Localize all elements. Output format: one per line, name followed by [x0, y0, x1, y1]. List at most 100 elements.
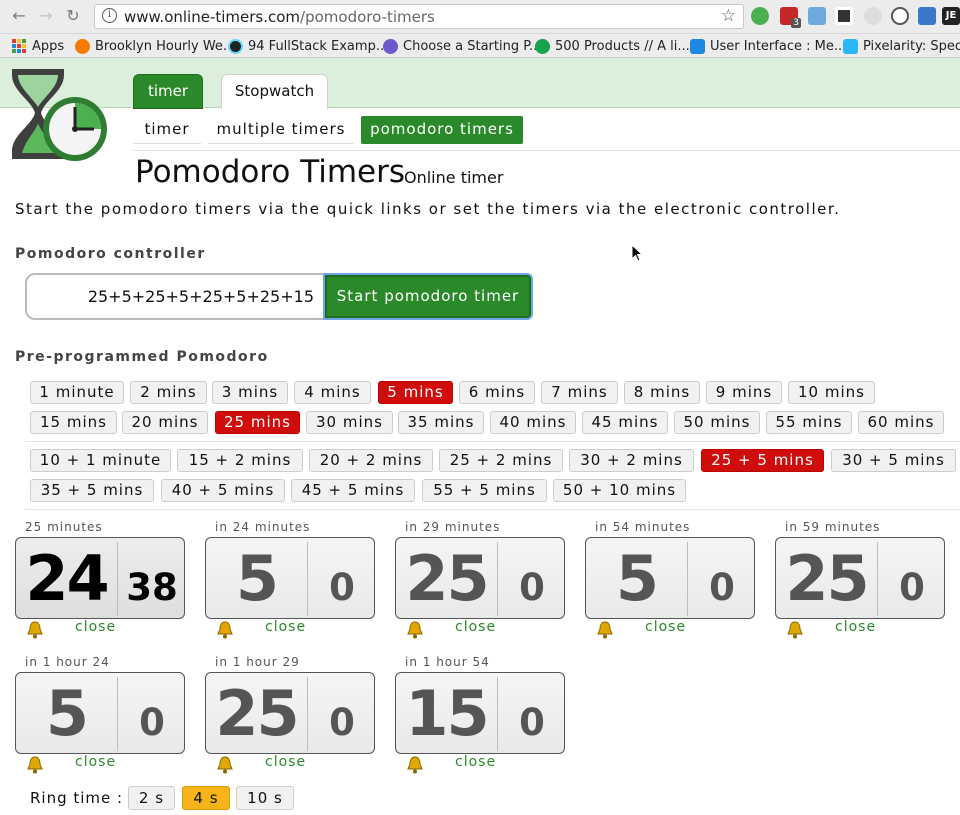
preset-button[interactable]: 45 mins	[582, 411, 668, 434]
bell-icon[interactable]	[25, 755, 45, 775]
close-link[interactable]: close	[75, 754, 116, 770]
preset-button[interactable]: 20 mins	[122, 411, 208, 434]
close-link[interactable]: close	[455, 619, 496, 635]
extension-gray-icon[interactable]	[864, 7, 882, 25]
preset-button[interactable]: 35 + 5 mins	[30, 479, 154, 502]
hourglass-clock-logo[interactable]	[8, 67, 110, 163]
back-arrow-icon[interactable]: ←	[9, 6, 29, 26]
bookmark-fullstack[interactable]: 94 FullStack Examp...	[228, 37, 388, 55]
reload-icon[interactable]: ↻	[63, 6, 83, 26]
ring-time-label: Ring time :	[30, 789, 124, 807]
close-link[interactable]: close	[265, 619, 306, 635]
close-link[interactable]: close	[265, 754, 306, 770]
preset-button[interactable]: 25 + 2 mins	[439, 449, 563, 472]
extension-info-icon[interactable]	[891, 7, 909, 25]
timer-caption: in 54 minutes	[595, 520, 691, 534]
browser-toolbar: ← → ↻ i www.online-timers.com/pomodoro-t…	[0, 0, 960, 34]
preset-button[interactable]: 15 mins	[30, 411, 117, 434]
preset-button[interactable]: 6 mins	[459, 381, 535, 404]
subtab-multiple-timers[interactable]: multiple timers	[208, 116, 354, 144]
timer-seconds: 0	[519, 701, 545, 744]
preset-button[interactable]: 4 mins	[294, 381, 371, 404]
bookmark-pixelarity[interactable]: Pixelarity: Specta	[843, 37, 960, 55]
preset-button[interactable]: 40 + 5 mins	[161, 479, 285, 502]
bookmarks-bar: Apps Brooklyn Hourly We... 94 FullStack …	[0, 34, 960, 58]
extension-je-icon[interactable]: JE	[942, 7, 960, 25]
close-link[interactable]: close	[835, 619, 876, 635]
bookmark-500-products[interactable]: 500 Products // A li...	[535, 37, 690, 55]
bell-icon[interactable]	[215, 755, 235, 775]
preset-button-active[interactable]: 5 mins	[378, 381, 453, 404]
bookmark-star-icon[interactable]: ☆	[721, 6, 736, 26]
close-link[interactable]: close	[75, 619, 116, 635]
preset-divider	[25, 441, 960, 442]
timer-seconds: 0	[709, 566, 735, 609]
bell-icon[interactable]	[405, 755, 425, 775]
timer-minutes: 25	[785, 542, 869, 615]
medium-icon	[535, 38, 550, 54]
timer-caption: in 1 hour 29	[215, 655, 300, 669]
subtab-timer[interactable]: timer	[133, 116, 201, 144]
bookmark-starting[interactable]: Choose a Starting P...	[383, 37, 541, 55]
preset-button[interactable]: 30 + 2 mins	[569, 449, 694, 472]
timer-seconds: 0	[519, 566, 545, 609]
bell-icon[interactable]	[25, 620, 45, 640]
forward-arrow-icon[interactable]: →	[36, 6, 56, 26]
bell-icon[interactable]	[215, 620, 235, 640]
preset-button[interactable]: 30 + 5 mins	[831, 449, 956, 472]
ring-option-4s[interactable]: 4 s	[182, 786, 230, 810]
bell-icon[interactable]	[405, 620, 425, 640]
bookmark-user-interface[interactable]: User Interface : Me...	[690, 37, 846, 55]
preset-button-active[interactable]: 25 + 5 mins	[701, 449, 824, 472]
tab-stopwatch[interactable]: Stopwatch	[221, 74, 328, 109]
preprogrammed-heading: Pre-programmed Pomodoro	[15, 349, 269, 365]
preset-button[interactable]: 40 mins	[490, 411, 576, 434]
bookmark-apps[interactable]: Apps	[12, 37, 64, 55]
preset-button[interactable]: 55 mins	[766, 411, 852, 434]
subnav-divider	[133, 150, 960, 151]
address-bar[interactable]: i www.online-timers.com/pomodoro-timers …	[94, 4, 744, 29]
start-pomodoro-button[interactable]: Start pomodoro timer	[323, 273, 533, 320]
subtab-pomodoro-timers[interactable]: pomodoro timers	[361, 116, 523, 144]
preset-button[interactable]: 15 + 2 mins	[177, 449, 303, 472]
info-icon[interactable]: i	[102, 8, 117, 23]
preset-button[interactable]: 60 mins	[858, 411, 944, 434]
bell-icon[interactable]	[595, 620, 615, 640]
close-link[interactable]: close	[455, 754, 496, 770]
preset-button[interactable]: 30 mins	[306, 411, 393, 434]
preset-button[interactable]: 50 mins	[674, 411, 760, 434]
preset-button[interactable]: 10 + 1 minute	[30, 449, 171, 472]
preset-button[interactable]: 3 mins	[212, 381, 288, 404]
tab-timer[interactable]: timer	[133, 74, 203, 109]
preset-button[interactable]: 35 mins	[398, 411, 484, 434]
preset-button[interactable]: 20 + 2 mins	[309, 449, 433, 472]
timer-minutes: 5	[45, 677, 89, 750]
preset-button[interactable]: 45 + 5 mins	[291, 479, 415, 502]
extension-icon[interactable]	[751, 7, 769, 25]
timer-seconds: 38	[126, 566, 178, 609]
preset-button[interactable]: 50 + 10 mins	[553, 479, 686, 502]
timer-minutes: 5	[235, 542, 279, 615]
ring-option-10s[interactable]: 10 s	[236, 786, 294, 810]
bookmark-brooklyn[interactable]: Brooklyn Hourly We...	[75, 37, 235, 55]
pomodoro-sequence-input[interactable]: 25+5+25+5+25+5+25+15	[25, 273, 325, 320]
bookmark-label: Apps	[32, 38, 65, 54]
extension-download-icon[interactable]	[918, 7, 936, 25]
ring-option-2s[interactable]: 2 s	[128, 786, 175, 810]
mouse-cursor-icon	[631, 244, 643, 262]
preset-button[interactable]: 2 mins	[130, 381, 207, 404]
preset-button[interactable]: 7 mins	[541, 381, 618, 404]
extension-badge-icon[interactable]: 3	[780, 7, 801, 28]
preset-button[interactable]: 9 mins	[706, 381, 782, 404]
preset-button[interactable]: 8 mins	[624, 381, 700, 404]
bell-icon[interactable]	[785, 620, 805, 640]
timer-seconds: 0	[899, 566, 925, 609]
preset-button-active[interactable]: 25 mins	[215, 411, 300, 434]
preset-button[interactable]: 1 minute	[30, 381, 124, 404]
timer-caption: in 59 minutes	[785, 520, 881, 534]
extension-window-icon[interactable]	[835, 7, 853, 25]
extension-arrow-icon[interactable]	[808, 7, 826, 25]
preset-button[interactable]: 10 mins	[788, 381, 875, 404]
close-link[interactable]: close	[645, 619, 686, 635]
preset-button[interactable]: 55 + 5 mins	[422, 479, 547, 502]
